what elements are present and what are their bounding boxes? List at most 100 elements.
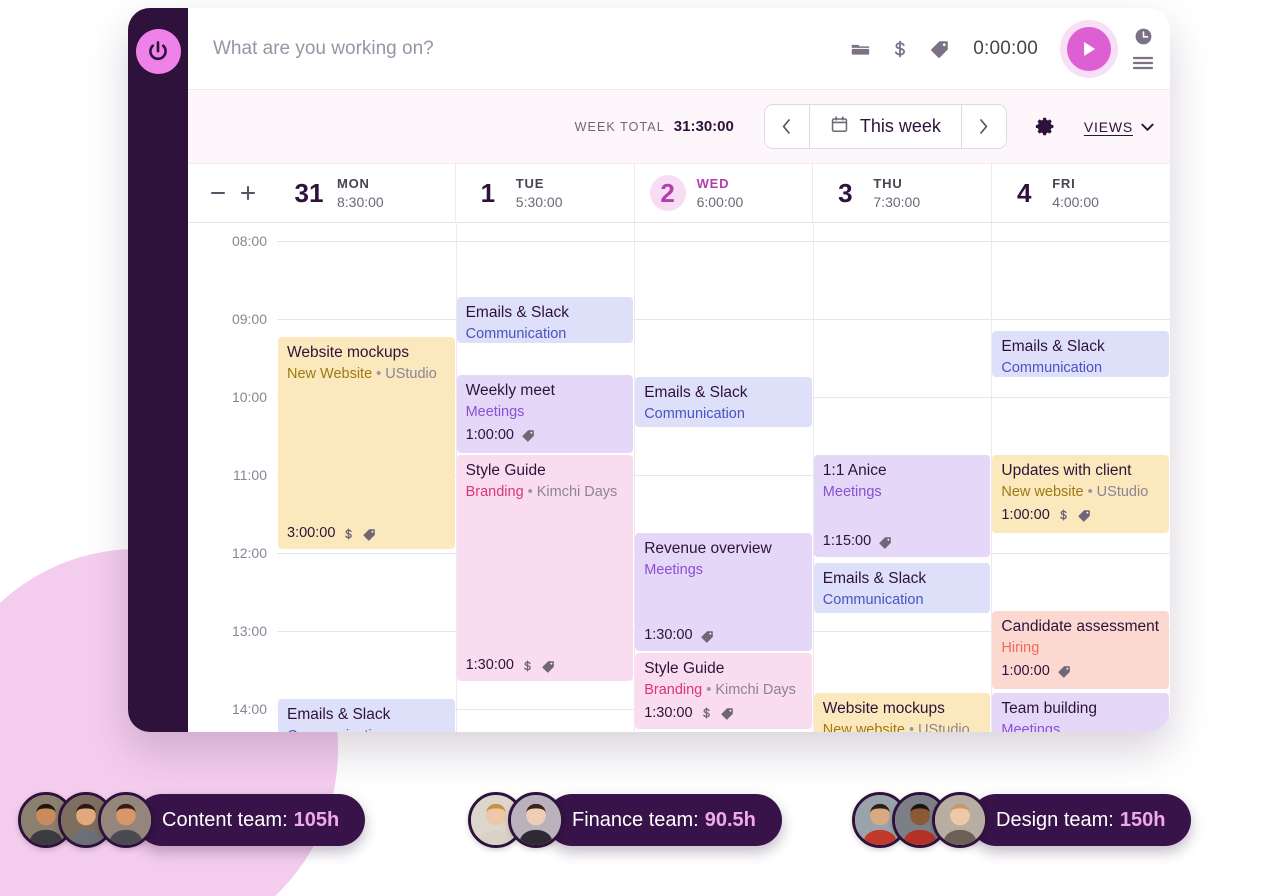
event-title: 1:1 Anice — [822, 462, 887, 479]
team-hours: 105h — [293, 808, 340, 831]
top-toolbar: 0:00:00 — [188, 8, 1170, 90]
event-duration: 3:00:00 — [287, 525, 336, 542]
previous-week-button[interactable] — [764, 105, 810, 148]
day-header-thu[interactable]: 3 THU 7:30:00 — [812, 164, 991, 222]
event-project: Branding • Kimchi Days — [465, 483, 618, 500]
team-name: Design team: — [996, 808, 1114, 831]
calendar-event[interactable]: Style Guide Branding • Kimchi Days 1:30:00 — [456, 455, 634, 681]
calendar-event[interactable]: Team building Meetings — [992, 693, 1169, 732]
calendar-event[interactable]: Emails & Slack Communication — [813, 563, 991, 613]
calendar-event[interactable]: Emails & Slack Communication — [456, 297, 634, 343]
day-header-row: 31 MON 8:30:00 1 TUE 5:30:00 2 WED 6:00:00 3 THU 7:… — [188, 164, 1170, 223]
tag-icon — [362, 527, 377, 542]
tag-icon[interactable] — [929, 38, 951, 60]
clock-icon[interactable] — [1134, 27, 1153, 46]
calendar-event[interactable]: Weekly meet Meetings 1:00:00 — [456, 375, 634, 453]
avatar — [98, 792, 154, 848]
event-title: Website mockups — [287, 344, 410, 361]
day-total-hours: 8:30:00 — [337, 194, 384, 210]
day-number: 3 — [838, 177, 853, 208]
team-hours: 90.5h — [704, 808, 756, 831]
day-header-wed[interactable]: 2 WED 6:00:00 — [633, 164, 813, 222]
day-number: 4 — [1016, 177, 1032, 208]
event-project: Communication — [465, 325, 567, 342]
dollar-icon — [1057, 507, 1070, 523]
team-pill[interactable]: Design team: 150h — [970, 794, 1192, 846]
day-total-hours: 6:00:00 — [696, 194, 744, 210]
team-name: Finance team: — [572, 808, 699, 831]
day-name: THU — [873, 176, 903, 191]
calendar-event[interactable]: Updates with client New website • UStudio 1:… — [992, 455, 1169, 533]
day-header-fri[interactable]: 4 FRI 4:00:00 — [991, 164, 1170, 222]
zoom-controls — [188, 183, 277, 203]
time-label: 08:00 — [231, 233, 267, 249]
calendar-event[interactable]: Candidate assessment Hiring 1:00:00 — [992, 611, 1169, 689]
avatar — [508, 792, 564, 848]
day-columns: 31 MON 8:30:00 1 TUE 5:30:00 2 WED 6:00:00 3 THU 7:… — [277, 164, 1170, 222]
calendar-event[interactable]: Website mockups New Website • UStudio 3:00:0… — [278, 337, 455, 549]
team-badge[interactable]: Design team: 150h — [852, 792, 1192, 848]
time-label: 13:00 — [231, 623, 267, 639]
screen-root: 0:00:00 — [0, 0, 1280, 896]
event-duration: 1:00:00 — [1001, 506, 1050, 523]
calendar-event[interactable]: Emails & Slack Communication — [992, 331, 1169, 377]
team-hours: 150h — [1119, 808, 1166, 831]
views-dropdown[interactable]: VIEWS — [1084, 119, 1154, 135]
team-pill[interactable]: Content team: 105h — [136, 794, 366, 846]
week-total-value: 31:30:00 — [673, 118, 734, 135]
event-duration-row: 1:00:00 — [1001, 507, 1160, 525]
dollar-icon[interactable] — [890, 38, 910, 60]
day-total-hours: 7:30:00 — [873, 194, 921, 210]
day-name: WED — [696, 176, 730, 191]
event-project: Meetings — [465, 403, 525, 420]
event-duration-row: 1:15:00 — [823, 533, 893, 551]
play-icon[interactable] — [1067, 26, 1111, 71]
day-number: 2 — [649, 175, 686, 211]
calendar-grid[interactable]: 08:00 09:00 10:00 11:00 12:00 13:00 14:00 Webs… — [188, 223, 1170, 732]
event-project: Meetings — [822, 483, 882, 500]
hour-gridline — [277, 241, 1170, 242]
team-badge[interactable]: Content team: 105h — [18, 792, 366, 848]
calendar-event[interactable]: Emails & Slack Communication — [278, 699, 455, 732]
menu-icon[interactable] — [1132, 55, 1154, 71]
team-badge[interactable]: Finance team: 90.5h — [468, 792, 782, 848]
day-meta: FRI 4:00:00 — [1052, 176, 1099, 210]
calendar-event[interactable]: 1:1 Anice Meetings 1:15:00 — [813, 455, 991, 557]
period-selector[interactable]: This week — [809, 105, 961, 148]
day-header-tue[interactable]: 1 TUE 5:30:00 — [454, 164, 634, 222]
next-week-button[interactable] — [960, 105, 1006, 148]
week-navigator: This week — [763, 104, 1007, 149]
zoom-in-button[interactable] — [238, 183, 258, 203]
calendar-event[interactable]: Website mockups New website • UStudio — [813, 693, 991, 732]
start-timer-button[interactable] — [1060, 19, 1118, 78]
calendar-event[interactable]: Emails & Slack Communication — [635, 377, 812, 427]
settings-gear-icon[interactable] — [1035, 116, 1056, 137]
event-project: Branding • Kimchi Days — [644, 681, 796, 698]
day-name: MON — [337, 176, 370, 191]
event-title: Emails & Slack — [1001, 338, 1105, 355]
event-duration: 1:30:00 — [465, 657, 514, 674]
search-input[interactable] — [213, 37, 850, 60]
event-duration: 1:00:00 — [465, 426, 514, 443]
tag-icon — [541, 659, 556, 674]
calendar-event[interactable]: Style Guide Branding • Kimchi Days 1:30:00 — [635, 653, 812, 729]
power-icon[interactable] — [135, 29, 181, 74]
day-header-mon[interactable]: 31 MON 8:30:00 — [277, 164, 455, 222]
team-pill[interactable]: Finance team: 90.5h — [546, 794, 782, 846]
event-project: Hiring — [1001, 639, 1040, 656]
calendar-event[interactable]: Revenue overview Meetings 1:30:00 — [635, 533, 812, 651]
event-duration: 1:30:00 — [644, 704, 693, 721]
app-window: 0:00:00 — [128, 8, 1170, 732]
day-number: 31 — [294, 177, 324, 208]
day-number: 1 — [480, 177, 496, 208]
time-label: 09:00 — [231, 311, 267, 327]
views-label: VIEWS — [1083, 118, 1133, 135]
event-project: Communication — [644, 405, 745, 422]
event-duration-row: 1:30:00 — [644, 627, 714, 645]
event-project: Communication — [822, 591, 924, 608]
folder-icon[interactable] — [849, 38, 871, 60]
event-duration-row: 3:00:00 — [287, 525, 377, 543]
week-total-label: WEEK TOTAL — [574, 119, 665, 134]
event-duration: 1:15:00 — [822, 533, 872, 550]
zoom-out-button[interactable] — [208, 183, 228, 203]
